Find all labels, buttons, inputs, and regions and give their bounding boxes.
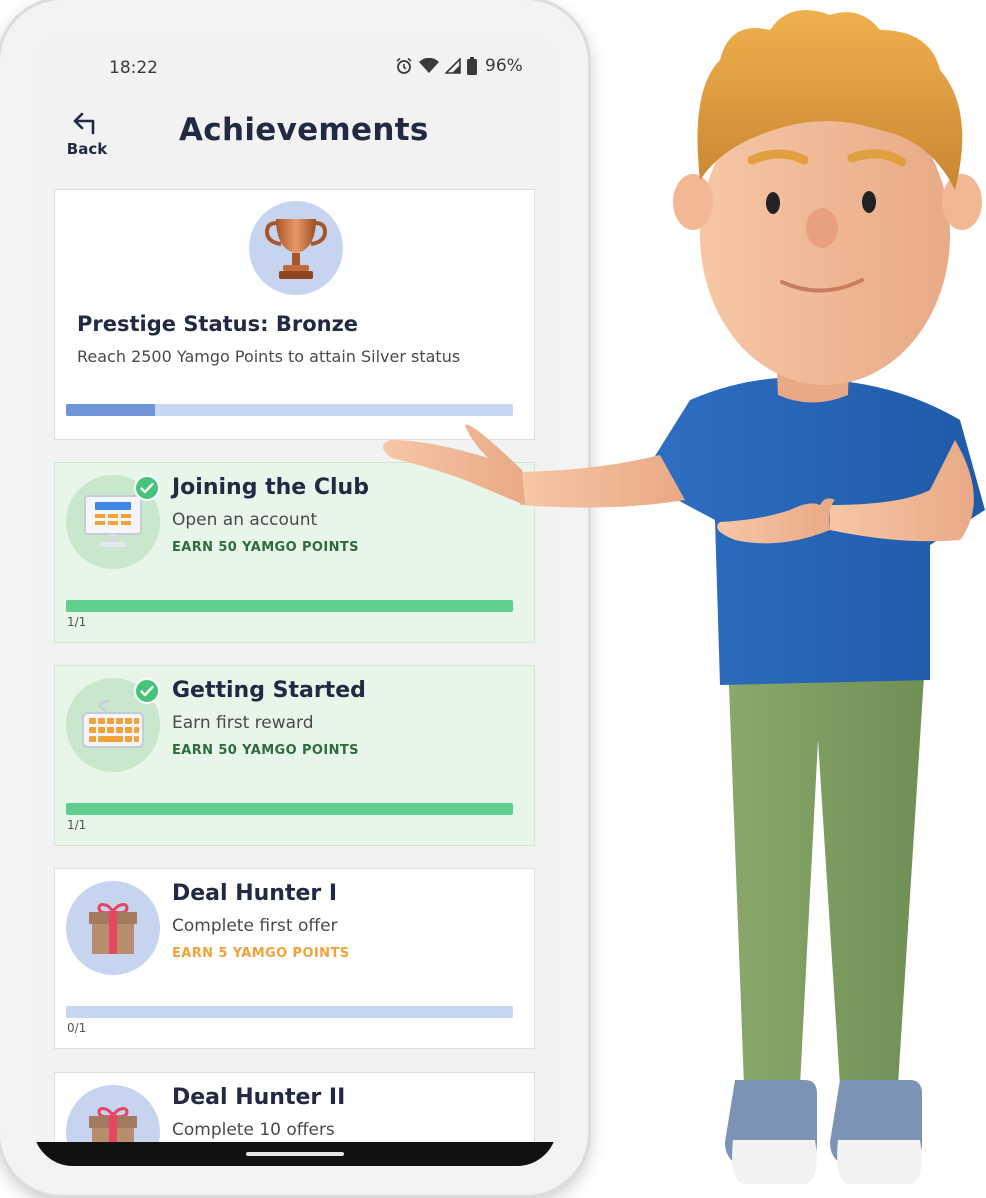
back-button[interactable]: Back [59, 112, 115, 158]
home-indicator[interactable] [246, 1152, 344, 1156]
trophy-icon [249, 201, 343, 295]
achievement-description: Earn first reward [172, 713, 314, 733]
achievement-progress-count: 1/1 [67, 615, 87, 629]
achievement-reward: EARN 50 YAMGO POINTS [172, 540, 359, 555]
achievement-title: Joining the Club [172, 475, 369, 500]
back-label: Back [66, 140, 108, 158]
achievement-progress-count: 1/1 [67, 818, 87, 832]
character-illustration [382, 10, 985, 1184]
back-arrow-icon [73, 112, 95, 135]
completed-check-icon [134, 678, 160, 704]
completed-check-icon [134, 475, 160, 501]
prestige-progress-fill [66, 404, 156, 416]
achievement-title: Getting Started [172, 678, 366, 703]
status-time: 18:22 [109, 58, 158, 78]
achievement-progress-count: 0/1 [67, 1021, 87, 1035]
achievement-reward: EARN 5 YAMGO POINTS [172, 946, 350, 961]
gift-icon [66, 881, 160, 975]
achievement-description: Complete 10 offers [172, 1120, 335, 1140]
achievement-reward: EARN 50 YAMGO POINTS [172, 743, 359, 758]
achievement-description: Complete first offer [172, 916, 338, 936]
achievement-title: Deal Hunter I [172, 881, 338, 906]
achievement-description: Open an account [172, 510, 318, 530]
prestige-title: Prestige Status: Bronze [77, 312, 359, 336]
achievement-title: Deal Hunter II [172, 1085, 346, 1110]
